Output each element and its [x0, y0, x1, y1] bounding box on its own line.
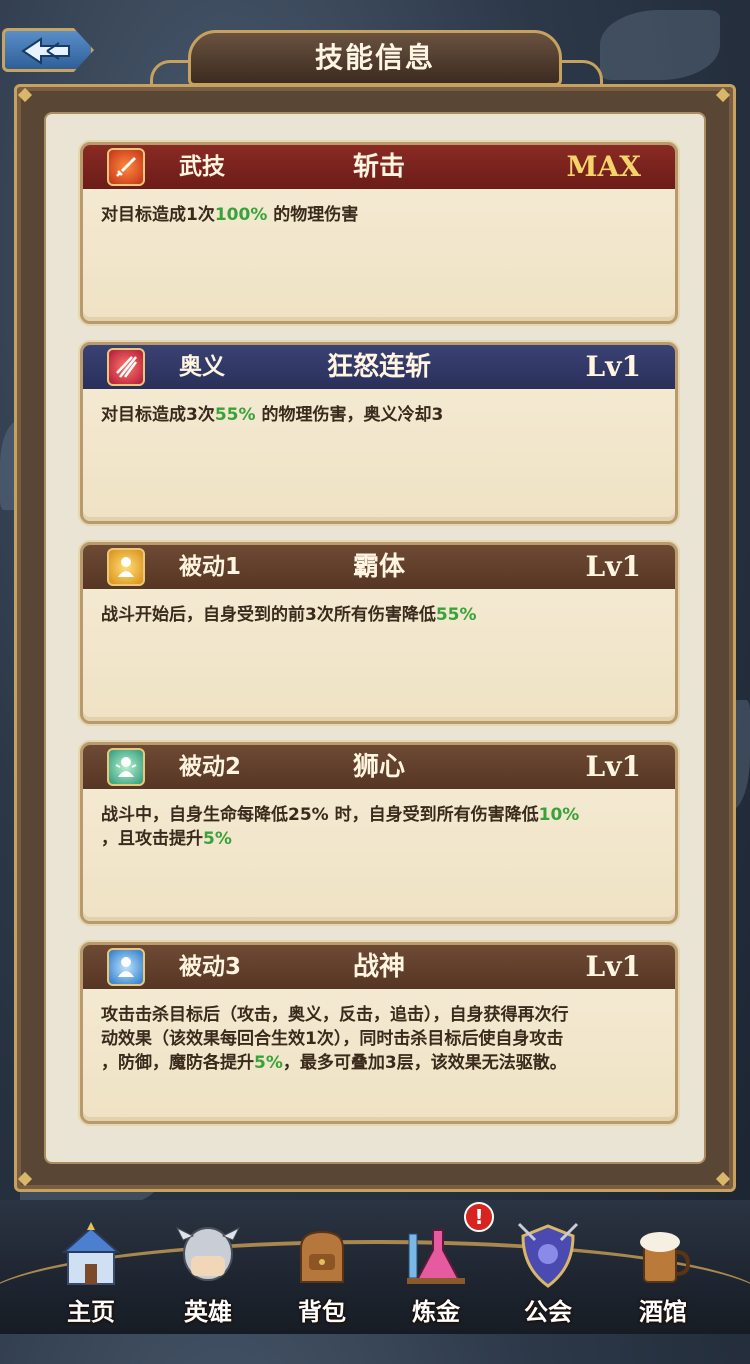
- alert-badge: !: [464, 1202, 494, 1232]
- skill-level: Lv1: [585, 550, 641, 583]
- nav-label: 背包: [298, 1298, 346, 1326]
- tavern-beer-icon: [640, 1232, 691, 1283]
- title-plaque: 技能信息: [188, 30, 562, 86]
- skill-card[interactable]: 被动3 战神 Lv1 攻击击杀目标后（攻击，奥义，反击，追击），自身获得再次行动…: [80, 942, 678, 1124]
- backpack-icon: [300, 1230, 344, 1283]
- description-text: 动效果（该效果每回合生效1次），同时击杀目标后使自身攻击: [101, 1029, 564, 1049]
- highlight-value: 5%: [254, 1053, 283, 1073]
- description-text: ，最多可叠加3层，该效果无法驱散。: [282, 1053, 567, 1073]
- highlight-value: 100%: [214, 205, 268, 225]
- skill-description: 战斗开始后，自身受到的前3次所有伤害降低55%: [83, 589, 675, 627]
- page-title: 技能信息: [314, 41, 435, 74]
- skill-level: Lv1: [585, 750, 641, 783]
- back-button[interactable]: [2, 28, 94, 72]
- highlight-value: 5%: [203, 829, 232, 849]
- skill-card[interactable]: 被动1 霸体 Lv1 战斗开始后，自身受到的前3次所有伤害降低55%: [80, 542, 678, 724]
- skill-header: 武技 斩击 MAX: [83, 145, 675, 189]
- nav-label: 公会: [524, 1298, 572, 1326]
- skill-header: 被动2 狮心 Lv1: [83, 745, 675, 789]
- skill-level: Lv1: [585, 350, 641, 383]
- skill-description: 攻击击杀目标后（攻击，奥义，反击，追击），自身获得再次行 动效果（该效果每回合生效…: [83, 989, 675, 1075]
- description-text: 对目标造成3次: [101, 405, 215, 425]
- description-text: ，防御，魔防各提升: [101, 1053, 254, 1073]
- skill-description: 对目标造成1次100% 的物理伤害: [83, 189, 675, 227]
- nav-label: 炼金: [412, 1298, 460, 1326]
- skill-description: 对目标造成3次55% 的物理伤害，奥义冷却3: [83, 389, 675, 427]
- nav-item-backpack[interactable]: 背包: [267, 1208, 377, 1334]
- skill-card[interactable]: 武技 斩击 MAX 对目标造成1次100% 的物理伤害: [80, 142, 678, 324]
- description-text: 的物理伤害: [267, 205, 359, 225]
- description-text: 战斗中，自身生命每降低25% 时，自身受到所有伤害降低: [101, 805, 539, 825]
- skill-description: 战斗中，自身生命每降低25% 时，自身受到所有伤害降低10% ，且攻击提升5%: [83, 789, 675, 851]
- background-leaf: [600, 10, 720, 80]
- highlight-value: 55%: [214, 405, 256, 425]
- nav-label: 酒馆: [639, 1298, 687, 1326]
- description-text: ，且攻击提升: [101, 829, 203, 849]
- nav-label: 主页: [67, 1298, 115, 1326]
- nav-item-home[interactable]: 主页: [36, 1208, 146, 1334]
- description-text: 的物理伤害，奥义冷却3: [255, 405, 444, 425]
- nav-item-hero[interactable]: 英雄: [153, 1208, 263, 1334]
- description-text: 攻击击杀目标后（攻击，奥义，反击，追击），自身获得再次行: [101, 1005, 569, 1025]
- skill-level: MAX: [566, 150, 641, 183]
- back-arrow-icon: [21, 37, 70, 65]
- nav-item-tavern[interactable]: 酒馆: [608, 1208, 718, 1334]
- skill-card[interactable]: 被动2 狮心 Lv1 战斗中，自身生命每降低25% 时，自身受到所有伤害降低10…: [80, 742, 678, 924]
- alchemy-flask-icon: [407, 1229, 465, 1284]
- nav-label: 英雄: [184, 1298, 232, 1326]
- highlight-value: 10%: [538, 805, 580, 825]
- skill-header: 奥义 狂怒连斩 Lv1: [83, 345, 675, 389]
- nav-item-guild[interactable]: 公会: [493, 1208, 603, 1334]
- description-text: 战斗开始后，自身受到的前3次所有伤害降低: [101, 605, 436, 625]
- hero-helmet-icon: [175, 1226, 241, 1281]
- skill-card[interactable]: 奥义 狂怒连斩 Lv1 对目标造成3次55% 的物理伤害，奥义冷却3: [80, 342, 678, 524]
- skill-header: 被动1 霸体 Lv1: [83, 545, 675, 589]
- home-castle-icon: [61, 1222, 121, 1285]
- skill-level: Lv1: [585, 950, 641, 983]
- skill-header: 被动3 战神 Lv1: [83, 945, 675, 989]
- description-text: 对目标造成1次: [101, 205, 215, 225]
- highlight-value: 55%: [435, 605, 477, 625]
- guild-shield-icon: [517, 1222, 579, 1288]
